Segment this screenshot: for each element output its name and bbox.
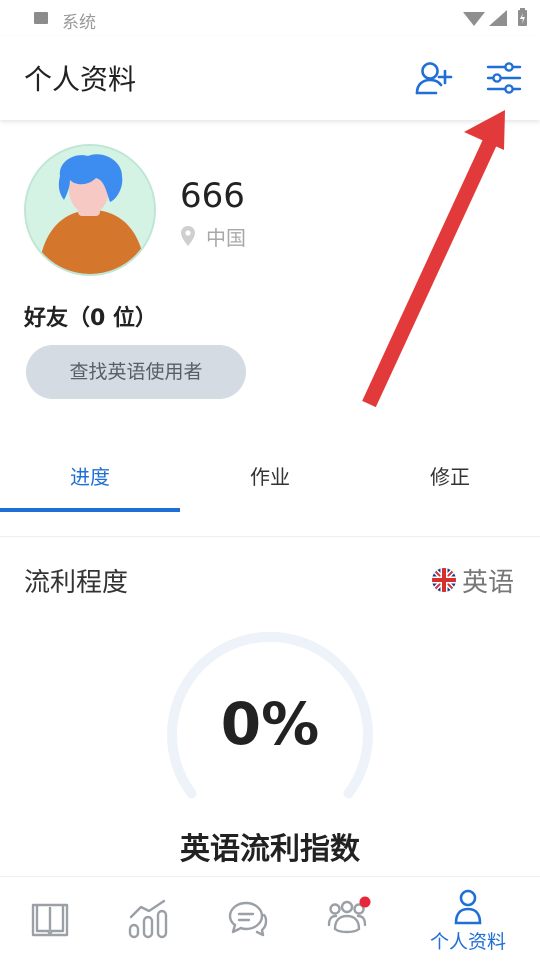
nav-item-progress[interactable] (108, 877, 216, 961)
fluency-language[interactable]: 英语 (462, 562, 514, 599)
location-pin-icon (181, 226, 195, 246)
settings-sliders-icon[interactable] (486, 62, 522, 94)
nav-item-chat[interactable] (216, 877, 324, 961)
image-notification-icon (34, 12, 48, 24)
tab-corrections[interactable]: 修正 (360, 440, 540, 512)
notification-badge (359, 896, 371, 908)
fluency-percent: 0% (220, 690, 320, 758)
profile-icon (454, 889, 482, 925)
battery-icon (518, 8, 527, 26)
status-icons (463, 8, 527, 26)
location-text: 中国 (206, 226, 246, 250)
uk-flag-icon (432, 568, 456, 592)
tab-homework[interactable]: 作业 (180, 440, 360, 512)
status-bar-title: 系统 (62, 13, 96, 33)
bottom-nav: 个人资料 (0, 876, 540, 961)
avatar[interactable] (24, 144, 156, 276)
nav-item-lessons[interactable] (0, 877, 108, 961)
fluency-index-label: 英语流利指数 (180, 832, 360, 867)
username: 666 (180, 176, 245, 216)
page-title: 个人资料 (24, 63, 137, 96)
friends-count-label: 好友（0 位） (24, 306, 157, 331)
nav-label-profile: 个人资料 (429, 931, 506, 953)
divider (0, 536, 540, 537)
nav-item-profile[interactable]: 个人资料 (414, 877, 522, 961)
add-friend-icon[interactable] (414, 60, 454, 96)
fluency-title: 流利程度 (24, 568, 129, 598)
cell-signal-icon (489, 10, 507, 26)
tab-progress[interactable]: 进度 (0, 440, 180, 512)
avatar-illustration (26, 146, 154, 274)
book-icon (31, 903, 69, 937)
progress-chart-icon (128, 899, 168, 939)
annotation-arrow (362, 110, 505, 408)
chat-icon (228, 901, 268, 937)
wifi-icon (463, 12, 485, 26)
find-english-speakers-button[interactable]: 查找英语使用者 (26, 345, 246, 399)
profile-tabs: 进度 作业 修正 (0, 440, 540, 512)
active-tab-indicator (0, 508, 180, 512)
status-bar: 系统 (0, 0, 540, 36)
